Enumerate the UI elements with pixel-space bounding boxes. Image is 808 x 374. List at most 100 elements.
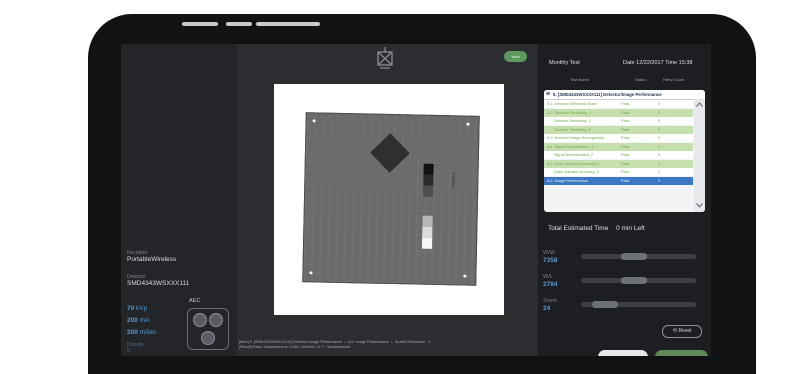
column-header: Status bbox=[635, 77, 647, 82]
ww-slider-knob[interactable] bbox=[621, 253, 647, 260]
zoom-slider[interactable] bbox=[581, 301, 696, 308]
table-row[interactable]: Detector Sensitivity_2 Pass 0 bbox=[544, 117, 693, 125]
msec-unit: mSec bbox=[139, 329, 157, 336]
ma-value: 200 bbox=[127, 317, 138, 324]
status-cell: Pass bbox=[621, 144, 630, 149]
density-value[interactable]: 0 bbox=[127, 348, 130, 354]
table-row[interactable]: 6-1. Detector Electronic Noise Pass 0 bbox=[544, 100, 693, 108]
bezel-button-mid bbox=[226, 22, 252, 26]
column-header: Test Name bbox=[570, 77, 590, 82]
table-row[interactable]: 6-4. Signal Normalization_1 Pass 0 bbox=[544, 142, 693, 151]
test-name-cell: 6-6. Image Performance bbox=[547, 178, 588, 183]
view-badge[interactable]: view bbox=[504, 51, 527, 62]
ww-slider[interactable] bbox=[581, 253, 696, 260]
status-line-result: [Result] Pass, Measurement: 14.88, Crite… bbox=[239, 345, 351, 349]
retry-count-cell: 1 bbox=[658, 170, 661, 174]
kvp-value: 70 bbox=[127, 305, 135, 312]
test-name-cell: 6-1. Detector Electronic Noise bbox=[547, 102, 598, 106]
wl-slider-knob[interactable] bbox=[621, 277, 647, 284]
status-message: [Item] 6. [SMD4343WSXXX111] Detector/Ima… bbox=[239, 340, 534, 350]
aec-selector[interactable] bbox=[187, 308, 229, 350]
msec-row[interactable]: 200 mSec bbox=[127, 329, 156, 336]
zoom-slider-knob[interactable] bbox=[592, 301, 618, 308]
test-name-cell: Signal Normalization_2 bbox=[554, 153, 594, 157]
table-row[interactable]: 6-3. Detector Image Homogeneity Pass 0 bbox=[544, 134, 693, 142]
reset-button[interactable]: ⟲ Reset bbox=[662, 325, 702, 338]
kvp-row[interactable]: 70 kVp bbox=[127, 305, 147, 312]
retry-count-cell: 0 bbox=[658, 153, 661, 157]
table-row[interactable]: Signal Normalization_2 Pass 0 bbox=[544, 151, 693, 159]
retry-count-cell: 0 bbox=[658, 110, 661, 115]
status-cell: Pass bbox=[621, 161, 630, 166]
bottom-confirm-button[interactable] bbox=[655, 350, 708, 356]
table-scrollbar[interactable] bbox=[694, 99, 705, 212]
wl-value: 2784 bbox=[543, 281, 558, 288]
retry-count-cell: 0 bbox=[658, 102, 661, 106]
aec-chamber-left[interactable] bbox=[193, 313, 207, 327]
app-screen: Receptor PortableWireless Detector SMD43… bbox=[121, 44, 711, 356]
test-name-cell: 6-3. Detector Image Homogeneity bbox=[547, 136, 604, 140]
scroll-up-icon[interactable] bbox=[696, 102, 703, 107]
wl-label: W/L bbox=[543, 274, 553, 280]
estimated-time: Total Estimated Time 0 min Left bbox=[548, 225, 645, 232]
test-title: Monthly Test bbox=[549, 60, 580, 66]
phantom-side-text: j/l Samsung bbox=[451, 172, 456, 189]
bezel-button-right bbox=[256, 22, 320, 26]
table-row[interactable]: 6-2. Detector Sensitivity_1 Pass 0 bbox=[544, 108, 693, 117]
status-cell: Pass bbox=[621, 127, 630, 132]
msec-value: 200 bbox=[127, 329, 138, 336]
test-name-cell: Detector Sensitivity_3 bbox=[554, 127, 591, 132]
image-viewer: view j/l Samsung [Item] 6. [SMD4343WSXXX… bbox=[237, 44, 538, 356]
table-row[interactable]: Detector Sensitivity_3 Pass 0 bbox=[544, 125, 693, 134]
table-row[interactable]: 6-5. Dose Indicator Accuracy_1 Pass 2 bbox=[544, 159, 693, 168]
group-label: 6. [SMD4343WSXXX111] Detector/Image Perf… bbox=[553, 92, 662, 97]
step-wedge-1 bbox=[423, 163, 434, 175]
ma-row[interactable]: 200 mA bbox=[127, 317, 149, 324]
retry-count-cell: 0 bbox=[658, 136, 661, 140]
bottom-action-button[interactable] bbox=[598, 350, 648, 356]
aec-chamber-center[interactable] bbox=[201, 331, 215, 345]
estimated-time-label: Total Estimated Time bbox=[548, 225, 609, 232]
retry-count-cell: 0 bbox=[658, 127, 661, 132]
exposure-panel: Receptor PortableWireless Detector SMD43… bbox=[121, 44, 237, 356]
kvp-unit: kVp bbox=[136, 305, 148, 312]
test-name-cell: 6-4. Signal Normalization_1 bbox=[547, 144, 594, 149]
xray-image[interactable]: j/l Samsung bbox=[274, 84, 504, 315]
step-wedge-5 bbox=[422, 226, 433, 238]
zoom-label: Zoom bbox=[543, 298, 558, 304]
collapse-icon[interactable]: ⊖ bbox=[546, 90, 550, 99]
corner-marker bbox=[463, 274, 467, 278]
scroll-down-icon[interactable] bbox=[696, 203, 703, 208]
status-cell: Pass bbox=[621, 170, 630, 174]
table-header: Test Name Status Retry Count bbox=[544, 77, 705, 87]
test-table: ⊖ 6. [SMD4343WSXXX111] Detector/Image Pe… bbox=[544, 90, 705, 212]
test-name-cell: 6-5. Dose Indicator Accuracy_1 bbox=[547, 161, 600, 166]
estimated-time-value: 0 min Left bbox=[616, 225, 645, 232]
corner-marker bbox=[312, 119, 316, 123]
wl-slider[interactable] bbox=[581, 277, 696, 284]
step-wedge-2 bbox=[423, 174, 434, 186]
step-wedge-4 bbox=[422, 215, 433, 227]
test-name-cell: Detector Sensitivity_2 bbox=[554, 119, 591, 123]
bezel-button-left bbox=[182, 22, 218, 26]
test-name-cell: 6-2. Detector Sensitivity_1 bbox=[547, 110, 592, 115]
column-header: Retry Count bbox=[663, 77, 685, 82]
status-cell: Pass bbox=[621, 110, 630, 115]
test-panel: Monthly Test Date 12/22/2017 Time 15:38 … bbox=[538, 44, 711, 356]
aec-chamber-right[interactable] bbox=[209, 313, 223, 327]
table-row[interactable]: Dose Indicator Accuracy_2 Pass 1 bbox=[544, 168, 693, 176]
reset-icon: ⟲ bbox=[672, 328, 678, 334]
status-cell: Pass bbox=[621, 136, 630, 140]
retry-count-cell: 2 bbox=[658, 161, 661, 166]
retry-count-cell: 0 bbox=[658, 144, 661, 149]
retry-count-cell: 0 bbox=[658, 119, 661, 123]
test-group-row[interactable]: ⊖ 6. [SMD4343WSXXX111] Detector/Image Pe… bbox=[544, 90, 705, 100]
status-cell: Pass bbox=[621, 119, 630, 123]
zoom-value: 24 bbox=[543, 305, 551, 312]
receptor-value[interactable]: PortableWireless bbox=[127, 256, 176, 263]
table-row[interactable]: 6-6. Image Performance Pass 0 bbox=[544, 176, 693, 185]
detector-value[interactable]: SMD4343WSXXX111 bbox=[127, 280, 189, 287]
collimator-icon[interactable] bbox=[377, 47, 393, 69]
ww-value: 7358 bbox=[543, 257, 558, 264]
ma-unit: mA bbox=[139, 317, 150, 324]
